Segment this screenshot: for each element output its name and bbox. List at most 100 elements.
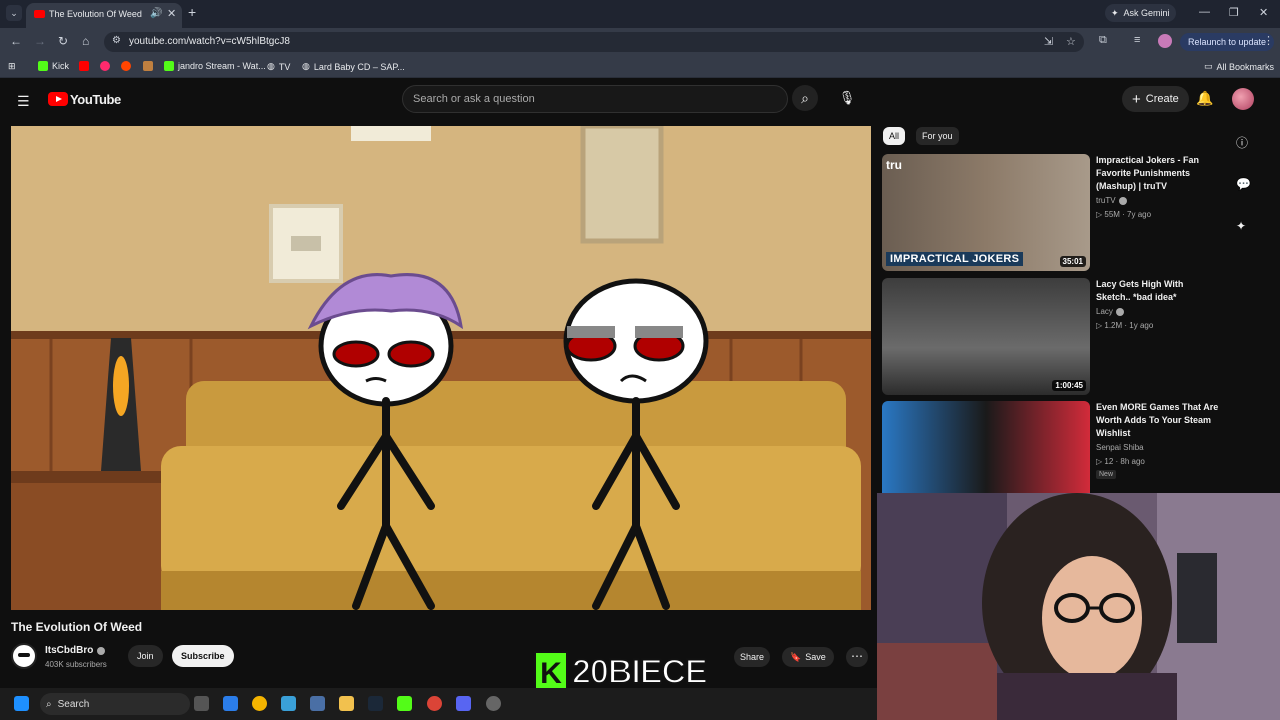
chip-for-you[interactable]: For you — [916, 127, 959, 145]
bookmark-youtube[interactable] — [79, 61, 89, 71]
bookmark-jandro[interactable]: jandro Stream - Wat... — [164, 61, 266, 71]
channel-avatar[interactable] — [11, 643, 37, 669]
channel-name-text: ItsCbdBro — [45, 645, 94, 656]
recommendation-channel[interactable]: Lacy — [1096, 307, 1124, 316]
bookmark-tv[interactable]: ◍ TV — [267, 61, 290, 72]
youtube-logo-text[interactable]: YouTube — [70, 92, 121, 107]
profile-avatar[interactable] — [1158, 34, 1172, 48]
home-icon[interactable]: ⌂ — [82, 34, 89, 48]
windows-start-icon[interactable] — [14, 696, 29, 711]
bookmark-kick[interactable]: Kick — [38, 61, 69, 71]
close-window-icon[interactable]: ✕ — [1259, 6, 1268, 19]
tab-youtube[interactable]: The Evolution Of Weed - YouTube 🔊 ✕ — [26, 3, 182, 28]
reload-icon[interactable]: ↻ — [58, 34, 68, 48]
chat-icon[interactable]: 💬 — [1236, 177, 1251, 191]
close-tab-icon[interactable]: ✕ — [167, 7, 176, 20]
apps-grid-icon[interactable]: ⊞ — [8, 61, 16, 72]
kick-app-icon[interactable] — [397, 696, 412, 711]
menu-kebab-icon[interactable]: ⋮ — [1263, 34, 1274, 47]
chrome-icon[interactable] — [427, 696, 442, 711]
create-label: Create — [1145, 93, 1179, 105]
search-box[interactable] — [402, 85, 788, 113]
edge-icon[interactable] — [252, 696, 267, 711]
chip-all[interactable]: All — [883, 127, 906, 145]
video-title: The Evolution Of Weed — [11, 620, 143, 634]
tab-title: The Evolution Of Weed - YouTube — [49, 9, 144, 19]
search-input[interactable] — [413, 90, 773, 108]
recommendation-title[interactable]: Lacy Gets High With Sketch.. *bad idea* — [1096, 278, 1220, 304]
account-avatar[interactable] — [1232, 88, 1254, 110]
search-icon[interactable]: ⌕ — [792, 85, 818, 111]
new-badge: New — [1096, 470, 1117, 479]
video-player[interactable] — [11, 126, 871, 610]
discord-icon[interactable] — [456, 696, 471, 711]
file-explorer-icon[interactable] — [339, 696, 354, 711]
obs-icon[interactable] — [486, 696, 501, 711]
bookmark-music[interactable] — [100, 61, 110, 71]
duration-badge: 1:00:45 — [1052, 380, 1086, 391]
info-icon[interactable]: ⓘ — [1236, 134, 1248, 151]
channel-label: Senpai Shiba — [1096, 443, 1144, 452]
ask-gemini-button[interactable]: ✦ Ask Gemini — [1105, 4, 1176, 22]
more-actions-icon[interactable]: ⋯ — [846, 647, 868, 667]
steam-icon[interactable] — [368, 696, 383, 711]
globe-icon: ◍ — [302, 61, 310, 71]
recommendation-stats: ▷ 1.2M · 1y ago — [1096, 321, 1153, 330]
recommendation-channel[interactable]: truTV — [1096, 196, 1127, 205]
game-icon — [143, 61, 153, 71]
relaunch-button[interactable]: Relaunch to update — [1180, 33, 1275, 51]
join-button[interactable]: Join — [128, 645, 163, 667]
reading-list-icon[interactable]: ≡ — [1134, 34, 1140, 46]
recommendation-stats: ▷ 55M · 7y ago — [1096, 210, 1151, 219]
new-tab-icon[interactable]: + — [188, 4, 196, 20]
task-view-icon[interactable] — [194, 696, 209, 711]
channel-label: Lacy — [1096, 307, 1113, 316]
kick-logo-icon: K — [534, 651, 568, 693]
bookmark-reddit[interactable] — [121, 61, 131, 71]
speaker-icon[interactable]: 🔊 — [150, 8, 162, 19]
share-button[interactable]: Share — [734, 647, 771, 667]
site-info-icon[interactable]: ⚙ — [112, 35, 121, 46]
address-bar[interactable]: ⚙ youtube.com/watch?v=cW5hlBtgcJ8 ⇲ ☆ — [104, 32, 1084, 52]
install-app-icon[interactable]: ⇲ — [1044, 35, 1053, 48]
minimize-icon[interactable]: — — [1199, 6, 1210, 18]
youtube-icon — [79, 61, 89, 71]
menu-hamburger-icon[interactable]: ☰ — [17, 93, 30, 110]
video-thumbnail[interactable]: tru IMPRACTICAL JOKERS 35:01 — [882, 154, 1090, 271]
video-thumbnail[interactable]: 1:00:45 — [882, 278, 1090, 395]
music-icon — [100, 61, 110, 71]
photos-icon[interactable] — [281, 696, 296, 711]
verified-icon — [1118, 196, 1127, 205]
bookmark-game[interactable] — [143, 61, 153, 71]
duration-badge: 35:01 — [1059, 256, 1086, 267]
recommendation-card[interactable]: 1:00:45 Lacy Gets High With Sketch.. *ba… — [882, 278, 1222, 396]
microphone-icon[interactable]: 🎙 — [834, 85, 860, 111]
tab-search-chevron-icon[interactable]: ⌄ — [6, 5, 22, 21]
restore-icon[interactable]: ❐ — [1229, 6, 1239, 19]
browser-toolbar: ← → ↻ ⌂ ⚙ youtube.com/watch?v=cW5hlBtgcJ… — [0, 28, 1280, 56]
recommendation-channel[interactable]: Senpai Shiba — [1096, 443, 1144, 452]
taskbar-search[interactable]: ⌕ Search — [40, 693, 190, 715]
recommendation-card[interactable]: tru IMPRACTICAL JOKERS 35:01 Impractical… — [882, 154, 1222, 272]
bookmark-lard-baby[interactable]: ◍ Lard Baby CD – SAP... — [302, 61, 405, 72]
kick-username: 20BIECE — [571, 652, 709, 692]
bookmark-star-icon[interactable]: ☆ — [1066, 35, 1076, 48]
subscribe-button[interactable]: Subscribe — [172, 645, 234, 667]
recommendation-title[interactable]: Even MORE Games That Are Worth Adds To Y… — [1096, 401, 1220, 440]
calculator-icon[interactable] — [310, 696, 325, 711]
sparkle-icon[interactable]: ✦ — [1236, 219, 1246, 233]
save-button[interactable]: 🔖 Save — [782, 647, 834, 667]
youtube-logo-icon[interactable] — [48, 92, 68, 106]
create-button[interactable]: + Create — [1122, 86, 1189, 112]
forward-arrow-icon[interactable]: → — [34, 34, 46, 48]
all-bookmarks[interactable]: ▭ All Bookmarks — [1204, 61, 1274, 72]
thumb-channel-logo: tru — [886, 158, 902, 172]
youtube-header: ☰ YouTube ⌕ 🎙 + Create 🔔 — [0, 79, 1280, 121]
channel-name[interactable]: ItsCbdBro — [45, 645, 106, 656]
verified-icon — [1115, 307, 1124, 316]
widgets-icon[interactable] — [223, 696, 238, 711]
notifications-bell-icon[interactable]: 🔔 — [1196, 90, 1213, 107]
extensions-icon[interactable]: ⧉ — [1099, 34, 1107, 47]
recommendation-title[interactable]: Impractical Jokers - Fan Favorite Punish… — [1096, 154, 1220, 193]
back-arrow-icon[interactable]: ← — [10, 34, 22, 48]
